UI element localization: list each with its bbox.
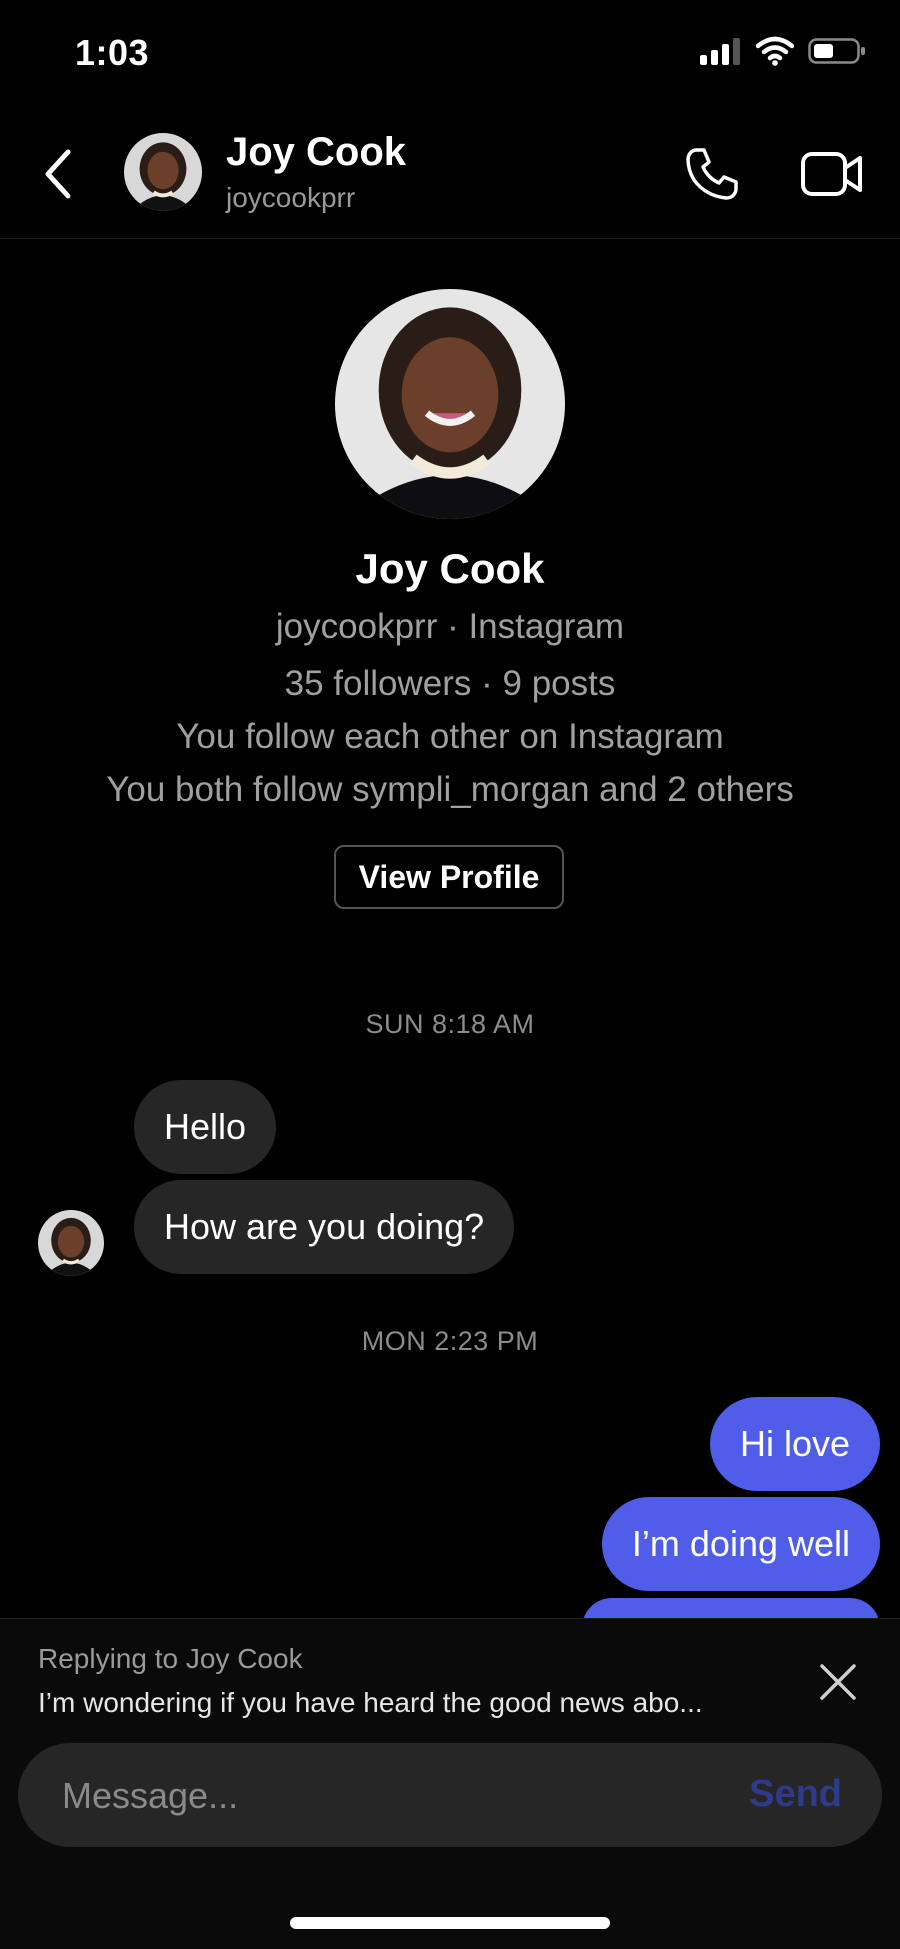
reply-label: Replying to Joy Cook	[38, 1643, 303, 1674]
message-input[interactable]	[60, 1743, 704, 1849]
outgoing-message[interactable]: Hi love	[709, 1397, 880, 1491]
incoming-message[interactable]: How are you doing?	[134, 1180, 515, 1274]
battery-icon	[808, 37, 866, 65]
header-avatar[interactable]	[124, 133, 202, 211]
profile-stats: 35 followers · 9 posts	[284, 664, 616, 703]
reply-preview: I’m wondering if you have heard the good…	[38, 1687, 703, 1718]
message-composer: Send	[18, 1743, 882, 1849]
signal-icon	[700, 37, 742, 65]
wifi-icon	[756, 36, 794, 66]
timestamp: MON 2:23 PM	[361, 1326, 539, 1356]
video-camera-icon[interactable]	[800, 148, 864, 200]
view-profile-button[interactable]: View Profile	[334, 845, 564, 909]
status-icons	[700, 36, 866, 66]
profile-common-follow: You both follow sympli_morgan and 2 othe…	[106, 770, 794, 809]
timestamp: SUN 8:18 AM	[365, 1009, 535, 1039]
profile-name: Joy Cook	[355, 545, 545, 592]
close-icon[interactable]	[816, 1660, 860, 1704]
phone-icon[interactable]	[684, 146, 740, 202]
profile-mutual-follow: You follow each other on Instagram	[176, 717, 724, 756]
profile-handle: joycookprr · Instagram	[275, 607, 625, 646]
home-indicator[interactable]	[290, 1917, 610, 1929]
status-time: 1:03	[75, 32, 150, 73]
profile-avatar[interactable]	[335, 289, 565, 519]
send-button[interactable]: Send	[749, 1773, 842, 1816]
incoming-message[interactable]: Hello	[134, 1080, 277, 1174]
header-name[interactable]: Joy Cook	[226, 130, 406, 175]
header-username: joycookprr	[226, 182, 356, 213]
back-arrow-icon[interactable]	[40, 148, 80, 200]
sender-avatar[interactable]	[38, 1210, 104, 1276]
outgoing-message[interactable]: I’m doing well	[601, 1497, 880, 1591]
